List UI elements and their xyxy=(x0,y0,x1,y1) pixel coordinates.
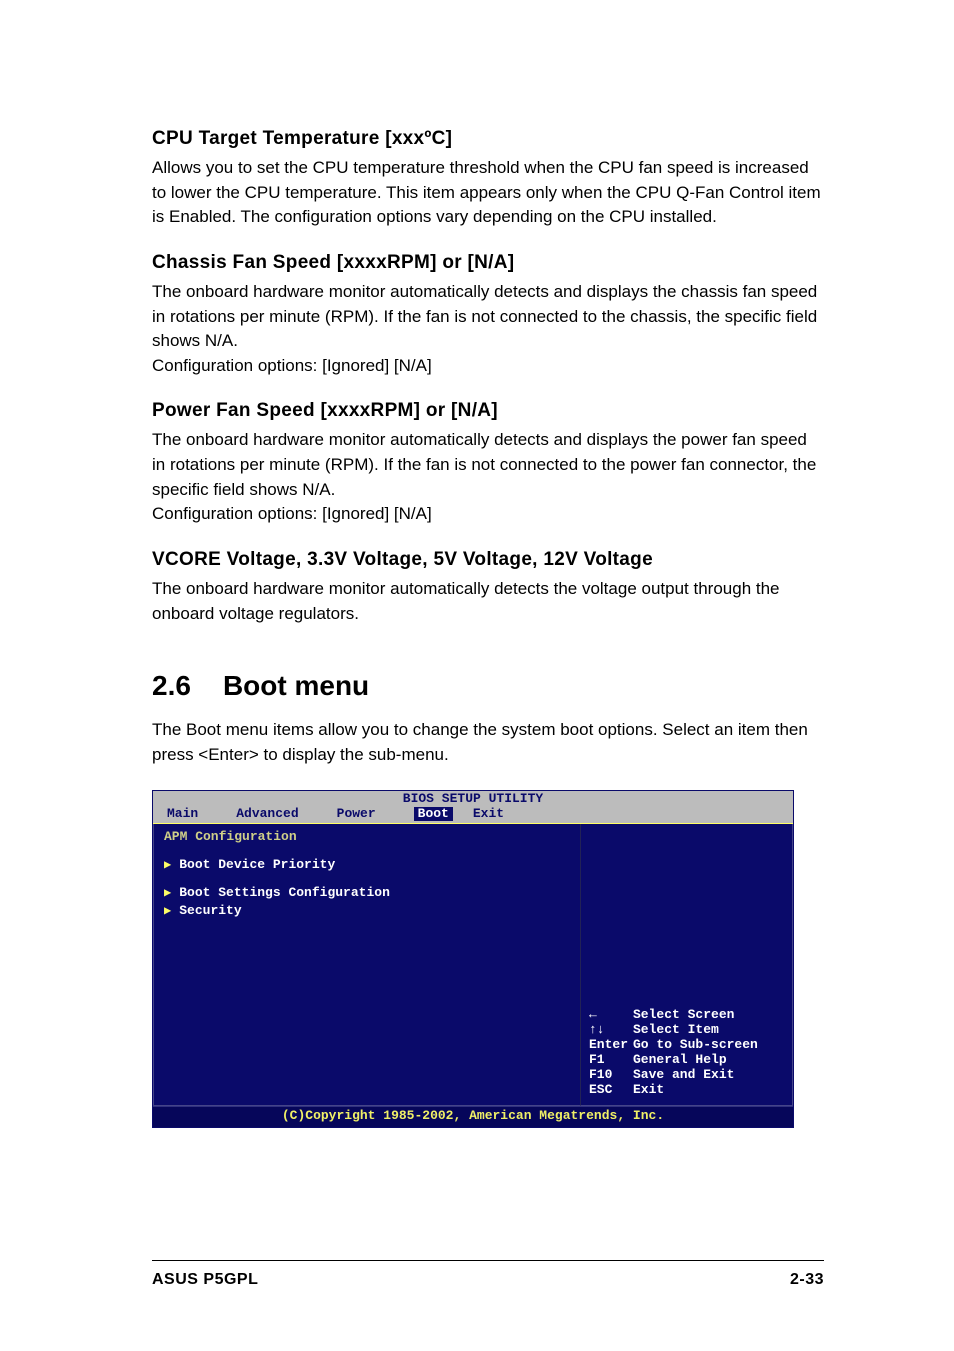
bios-tab-advanced[interactable]: Advanced xyxy=(236,807,312,822)
bios-left-pane: APM Configuration ▶ Boot Device Priority… xyxy=(153,824,581,1106)
bios-item-label: Boot Device Priority xyxy=(179,858,335,873)
bios-tab-exit[interactable]: Exit xyxy=(473,807,518,822)
bios-item-label: Boot Settings Configuration xyxy=(179,886,390,901)
bios-item-security[interactable]: ▶ Security xyxy=(164,904,570,919)
section-config-options: Configuration options: [Ignored] [N/A] xyxy=(152,356,432,375)
section-text: The onboard hardware monitor automatical… xyxy=(152,430,816,498)
bios-help-label: General Help xyxy=(633,1053,727,1068)
bios-item-boot-device-priority[interactable]: ▶ Boot Device Priority xyxy=(164,858,570,873)
bios-item-boot-settings-config[interactable]: ▶ Boot Settings Configuration xyxy=(164,886,570,901)
bios-help-row: ESC Exit xyxy=(589,1083,784,1098)
bios-section-label: APM Configuration xyxy=(164,830,570,845)
bios-help-key: F10 xyxy=(589,1068,633,1083)
bios-help-block: ← Select Screen ↑↓ Select Item Enter Go … xyxy=(589,1008,784,1098)
bios-help-row: F1 General Help xyxy=(589,1053,784,1068)
bios-help-label: Go to Sub-screen xyxy=(633,1038,758,1053)
section-config-options: Configuration options: [Ignored] [N/A] xyxy=(152,504,432,523)
chapter-title: Boot menu xyxy=(223,670,369,702)
triangle-right-icon: ▶ xyxy=(164,859,171,873)
section-heading-cpu-target-temp: CPU Target Temperature [xxxºC] xyxy=(152,128,824,150)
bios-help-row: F10 Save and Exit xyxy=(589,1068,784,1083)
section-body: Allows you to set the CPU temperature th… xyxy=(152,156,824,230)
up-down-arrow-icon: ↑↓ xyxy=(589,1023,633,1038)
section-body: The onboard hardware monitor automatical… xyxy=(152,280,824,379)
bios-right-pane: ← Select Screen ↑↓ Select Item Enter Go … xyxy=(581,824,793,1106)
bios-help-row: Enter Go to Sub-screen xyxy=(589,1038,784,1053)
bios-help-label: Select Screen xyxy=(633,1008,734,1023)
bios-title-bar: BIOS SETUP UTILITY xyxy=(153,791,793,807)
bios-help-key: F1 xyxy=(589,1053,633,1068)
section-text: The onboard hardware monitor automatical… xyxy=(152,282,817,350)
bios-help-label: Exit xyxy=(633,1083,664,1098)
triangle-right-icon: ▶ xyxy=(164,905,171,919)
chapter-heading-boot-menu: 2.6 Boot menu xyxy=(152,670,824,702)
bios-copyright: (C)Copyright 1985-2002, American Megatre… xyxy=(153,1106,793,1127)
bios-screenshot: BIOS SETUP UTILITY Main Advanced Power B… xyxy=(152,790,794,1129)
document-page: CPU Target Temperature [xxxºC] Allows yo… xyxy=(0,0,954,1351)
footer-page-number: 2-33 xyxy=(790,1271,824,1289)
bios-tab-power[interactable]: Power xyxy=(337,807,390,822)
bios-help-label: Select Item xyxy=(633,1023,719,1038)
section-heading-chassis-fan: Chassis Fan Speed [xxxxRPM] or [N/A] xyxy=(152,252,824,274)
section-body: The onboard hardware monitor automatical… xyxy=(152,428,824,527)
bios-help-row: ↑↓ Select Item xyxy=(589,1023,784,1038)
section-heading-power-fan: Power Fan Speed [xxxxRPM] or [N/A] xyxy=(152,400,824,422)
bios-tab-main[interactable]: Main xyxy=(167,807,212,822)
bios-help-key: Enter xyxy=(589,1038,633,1053)
section-body: The onboard hardware monitor automatical… xyxy=(152,577,824,626)
left-arrow-icon: ← xyxy=(589,1008,633,1023)
bios-item-label: Security xyxy=(179,904,241,919)
bios-tab-bar: Main Advanced Power Boot Exit xyxy=(153,807,793,824)
bios-help-row: ← Select Screen xyxy=(589,1008,784,1023)
triangle-right-icon: ▶ xyxy=(164,887,171,901)
page-footer: ASUS P5GPL 2-33 xyxy=(152,1260,824,1289)
section-heading-vcore-voltages: VCORE Voltage, 3.3V Voltage, 5V Voltage,… xyxy=(152,549,824,571)
bios-help-label: Save and Exit xyxy=(633,1068,734,1083)
chapter-number: 2.6 xyxy=(152,670,191,702)
bios-body: APM Configuration ▶ Boot Device Priority… xyxy=(153,823,793,1106)
chapter-intro: The Boot menu items allow you to change … xyxy=(152,718,824,767)
footer-product: ASUS P5GPL xyxy=(152,1271,258,1289)
bios-help-key: ESC xyxy=(589,1083,633,1098)
bios-tab-boot[interactable]: Boot xyxy=(414,807,453,822)
